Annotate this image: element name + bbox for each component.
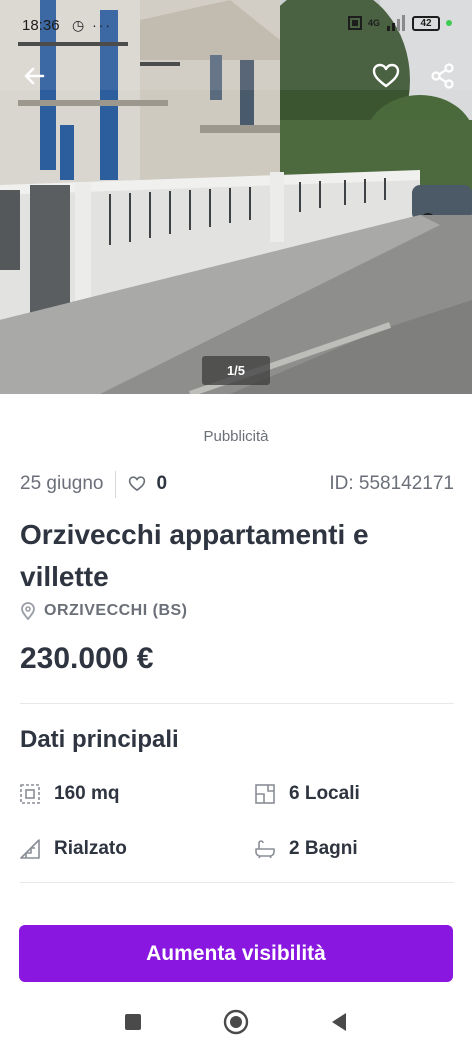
feature-rooms: 6 Locali (255, 783, 360, 805)
feature-floor: Rialzato (20, 838, 127, 860)
area-icon (20, 784, 40, 804)
signal-icon (387, 15, 405, 31)
location-pin-icon (21, 602, 35, 620)
feature-rooms-label: 6 Locali (289, 783, 360, 804)
photo-gallery[interactable]: 18:36 ◷ ··· 4G 42 1/5 (0, 0, 472, 394)
gallery-counter: 1/5 (202, 356, 270, 385)
recents-button[interactable] (118, 1007, 148, 1037)
heart-outline-icon (129, 476, 146, 491)
battery-icon: 42 (412, 15, 440, 31)
favorites-count: 0 (156, 473, 168, 494)
listing-id: ID: 558142171 (329, 473, 454, 494)
status-bar: 18:36 ◷ ··· 4G 42 (0, 0, 472, 52)
ad-label: Pubblicità (203, 428, 269, 445)
feature-bathrooms-label: 2 Bagni (289, 838, 358, 859)
meta-divider (115, 470, 117, 498)
heart-icon (372, 63, 400, 88)
square-icon (125, 1014, 141, 1030)
section-title: Dati principali (20, 726, 179, 753)
feature-floor-label: Rialzato (54, 838, 127, 859)
divider (20, 882, 454, 883)
arrow-left-icon (24, 67, 45, 85)
listing-price: 230.000 € (20, 642, 154, 675)
location-text: ORZIVECCHI (BS) (44, 602, 188, 619)
feature-area: 160 mq (20, 783, 119, 805)
favorites-counter[interactable]: 0 (128, 473, 167, 495)
boost-visibility-button[interactable]: Aumenta visibilità (19, 925, 453, 982)
active-dot-icon (446, 20, 452, 26)
triangle-back-icon (332, 1013, 346, 1031)
back-nav-button[interactable] (324, 1007, 354, 1037)
feature-area-label: 160 mq (54, 783, 120, 804)
system-navigation-bar (0, 995, 472, 1050)
sim-icon (347, 16, 362, 30)
listing-location: ORZIVECCHI (BS) (20, 602, 188, 620)
home-button[interactable] (221, 1007, 251, 1037)
listing-title: Orzivecchi appartamenti e villette (20, 519, 369, 592)
listing-meta: 25 giugno 0 ID: 558142171 (20, 470, 454, 498)
rooms-icon (255, 784, 275, 804)
back-button[interactable] (16, 58, 52, 94)
circle-icon (223, 1009, 249, 1035)
share-icon (431, 63, 454, 89)
listing-date: 25 giugno (20, 473, 104, 494)
feature-bathrooms: 2 Bagni (255, 838, 358, 860)
share-button[interactable] (425, 58, 461, 94)
floor-icon (20, 839, 40, 859)
divider (20, 703, 454, 704)
status-indicators: 4G 42 (347, 15, 452, 31)
status-time: 18:36 (22, 17, 60, 34)
network-type: 4G (367, 18, 380, 28)
favorite-button[interactable] (368, 58, 404, 94)
notification-icons: ◷ ··· (72, 17, 113, 33)
bathtub-icon (255, 840, 275, 859)
